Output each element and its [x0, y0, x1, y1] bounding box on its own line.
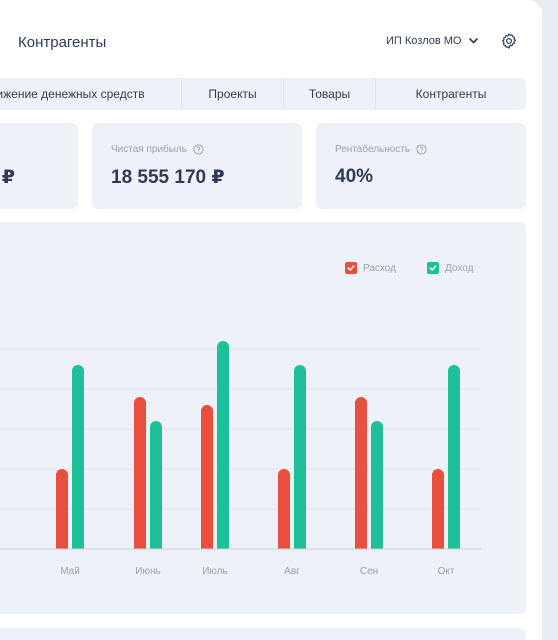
tab-products[interactable]: Товары	[284, 78, 376, 110]
metric-card-profitability: Рентабельность 40%	[316, 123, 526, 209]
x-tick-label: Окт	[438, 566, 455, 577]
bar-chart: оМайИюньИюльАвгСенОкт	[0, 341, 491, 577]
metric-card: ₽	[0, 123, 78, 209]
bar-expense	[355, 397, 367, 555]
bar-income	[72, 365, 84, 555]
tab-cashflow[interactable]: ижение денежных средств	[0, 78, 182, 110]
legend-item-income[interactable]: Доход	[427, 262, 473, 274]
tab-label: Контрагенты	[415, 87, 487, 101]
chart-panel: оМайИюньИюльАвгСенОкт Расход Доход	[0, 222, 526, 614]
company-name: ИП Козлов МО	[386, 35, 462, 47]
metric-value: 18 555 170 ₽	[111, 167, 225, 188]
metric-label-text: Чистая прибыль	[111, 144, 187, 155]
axis-mask	[0, 549, 491, 556]
chevron-down-icon	[469, 38, 479, 44]
help-icon[interactable]	[416, 144, 427, 155]
nav-tabs: ижение денежных средств Проекты Товары К…	[0, 78, 526, 110]
legend-item-expense[interactable]: Расход	[345, 262, 396, 274]
bar-expense	[278, 469, 290, 555]
x-tick-label: Июль	[202, 566, 228, 577]
tab-counterparties[interactable]: Контрагенты	[376, 78, 526, 110]
bar-income	[371, 421, 383, 555]
metric-label: Чистая прибыль	[111, 144, 204, 155]
metric-label-text: Рентабельность	[335, 144, 411, 155]
tab-label: ижение денежных средств	[0, 87, 145, 101]
legend-label: Расход	[363, 262, 396, 274]
gear-icon[interactable]	[500, 32, 518, 50]
tab-label: Товары	[308, 87, 351, 101]
company-selector[interactable]: ИП Козлов МО	[386, 35, 479, 47]
bar-income	[217, 341, 229, 555]
x-tick-label: Сен	[360, 566, 378, 577]
metric-value: 40%	[335, 166, 374, 187]
bar-expense	[432, 469, 444, 555]
metric-label: Рентабельность	[335, 144, 427, 155]
bar-expense	[56, 469, 68, 555]
bar-income	[150, 421, 162, 555]
page-header: Контрагенты ИП Козлов МО	[0, 0, 542, 80]
metric-value: ₽	[1, 167, 15, 188]
bar-expense	[201, 405, 213, 555]
bottom-panel	[0, 628, 526, 640]
checkbox-icon[interactable]	[345, 262, 357, 274]
help-icon[interactable]	[193, 144, 204, 155]
metric-card-net-profit: Чистая прибыль 18 555 170 ₽	[92, 123, 302, 209]
x-tick-label: Авг	[284, 566, 300, 577]
tab-projects[interactable]: Проекты	[182, 78, 284, 110]
bar-income	[448, 365, 460, 555]
legend-label: Доход	[445, 262, 474, 274]
x-tick-label: Май	[60, 566, 80, 577]
tab-label: Проекты	[208, 87, 257, 101]
page-title: Контрагенты	[18, 34, 107, 51]
checkbox-icon[interactable]	[427, 262, 439, 274]
bar-income	[294, 365, 306, 555]
app-page: Контрагенты ИП Козлов МО ижение денежных…	[0, 0, 542, 640]
x-tick-label: Июнь	[135, 566, 160, 577]
bar-expense	[134, 397, 146, 555]
